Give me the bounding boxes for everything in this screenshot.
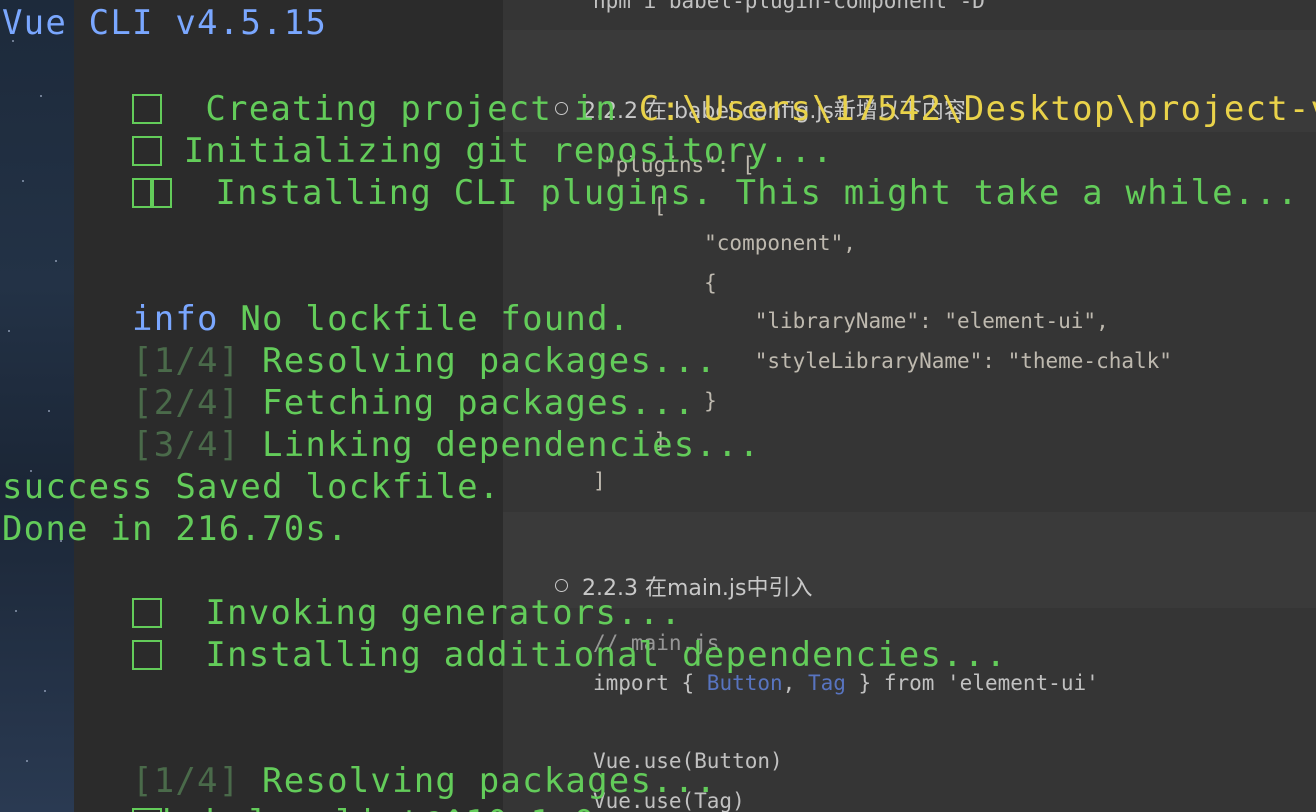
terminal-success: success Saved lockfile.: [2, 467, 501, 507]
step-text: Linking dependencies...: [240, 425, 761, 465]
terminal-done: Done in 216.70s.: [2, 509, 349, 549]
screen: npm i babel-plugin-component -D 2.2.2 在.…: [0, 0, 1316, 812]
installing-plugins-text: Installing CLI plugins. This might take …: [172, 173, 1299, 213]
package-name: babel-eslint@^10.1.0: [162, 803, 595, 812]
terminal-line-creating: Creating project in C:\Users\17542\Deskt…: [2, 46, 1316, 129]
square-outline-icon: [132, 808, 163, 812]
terminal-line-additional: Installing additional dependencies...: [2, 592, 1007, 675]
step-index: [3/4]: [132, 425, 241, 465]
terminal-step: [3/4] Linking dependencies...: [2, 382, 760, 465]
terminal-step: [2/4] Fetching packages...: [2, 340, 695, 423]
square-outline-icon: [132, 640, 163, 670]
square-outline-icon: [152, 178, 173, 208]
terminal-window[interactable]: Vue CLI v4.5.15 Creating project in C:\U…: [0, 0, 1316, 812]
terminal-line-invoking: Invoking generators...: [2, 550, 682, 633]
terminal-header: Vue CLI v4.5.15: [2, 3, 328, 43]
square-outline-icon: [132, 178, 153, 208]
terminal-line-info: info No lockfile found.: [2, 256, 630, 339]
terminal-line-git: Initializing git repository...: [2, 88, 834, 171]
terminal-line-last: babel-eslint@^10.1.0: [2, 760, 619, 812]
terminal-step: [1/4] Resolving packages...: [2, 718, 717, 801]
terminal-line-plugins: Installing CLI plugins. This might take …: [2, 130, 1299, 213]
terminal-step: [1/4] Resolving packages...: [2, 298, 717, 381]
installing-additional-text: Installing additional dependencies...: [162, 635, 1008, 675]
